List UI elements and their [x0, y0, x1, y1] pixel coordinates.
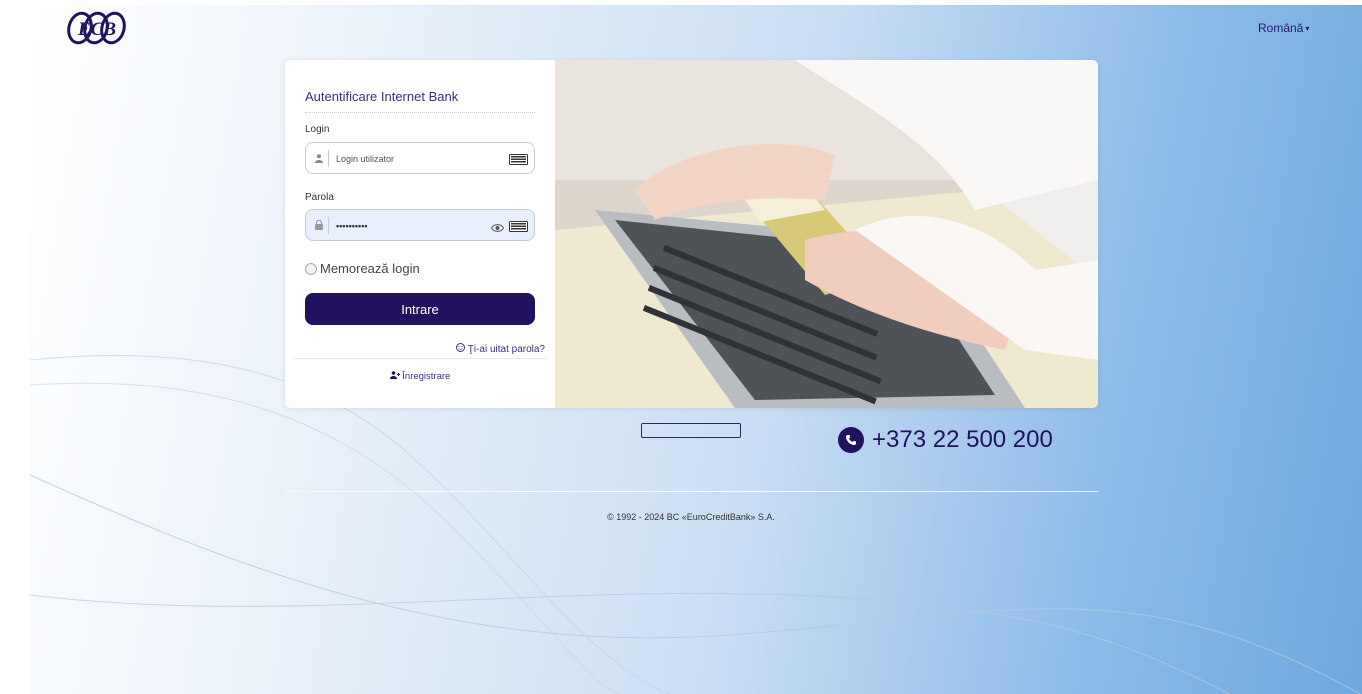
forgot-password-label: Ţi-ai uitat parola? [467, 343, 545, 355]
login-field [305, 142, 535, 174]
login-form: Autentificare Internet Bank Login Parola [285, 60, 555, 408]
language-label: Română [1258, 21, 1304, 35]
caret-down-icon: ▾ [1305, 24, 1310, 34]
laptop-card-photo [555, 60, 1098, 408]
password-input[interactable] [336, 217, 496, 234]
login-label: Login [305, 124, 330, 135]
register-label: Înregistrare [402, 371, 451, 382]
checkbox-box[interactable] [305, 262, 317, 275]
svg-text:ECB: ECB [77, 19, 116, 40]
eye-icon[interactable] [490, 220, 505, 232]
user-plus-icon [389, 371, 403, 382]
forgot-password-link[interactable]: Ţi-ai uitat parola? [455, 343, 545, 355]
footer-divider [285, 491, 1098, 492]
login-input[interactable] [336, 150, 496, 167]
field-separator [328, 150, 329, 167]
ecb-logo[interactable]: ECB [66, 8, 128, 48]
lock-icon [314, 219, 324, 231]
empty-badge [641, 423, 741, 438]
phone-icon [838, 427, 864, 453]
hero-image [555, 60, 1098, 408]
form-title: Autentificare Internet Bank [305, 89, 459, 104]
login-card: Autentificare Internet Bank Login Parola [285, 60, 1098, 408]
form-divider [293, 358, 547, 359]
password-field [305, 209, 535, 241]
title-divider [305, 112, 535, 113]
keyboard-icon[interactable] [509, 219, 528, 232]
login-button[interactable]: Intrare [305, 293, 535, 325]
phone-number: +373 22 500 200 [872, 426, 1053, 453]
remember-label: Memorează login [320, 261, 420, 276]
copyright-text: © 1992 - 2024 BC «EuroCreditBank» S.A. [607, 512, 775, 522]
register-link[interactable]: Înregistrare [285, 371, 555, 382]
keyboard-icon[interactable] [509, 152, 528, 165]
question-icon [455, 343, 465, 355]
user-icon [314, 152, 324, 164]
remember-login-checkbox[interactable]: Memorează login [305, 261, 420, 276]
language-selector[interactable]: Română ▾ [1258, 21, 1309, 35]
field-separator [328, 217, 329, 234]
password-label: Parola [305, 192, 334, 203]
phone-contact[interactable]: +373 22 500 200 [838, 426, 1053, 454]
